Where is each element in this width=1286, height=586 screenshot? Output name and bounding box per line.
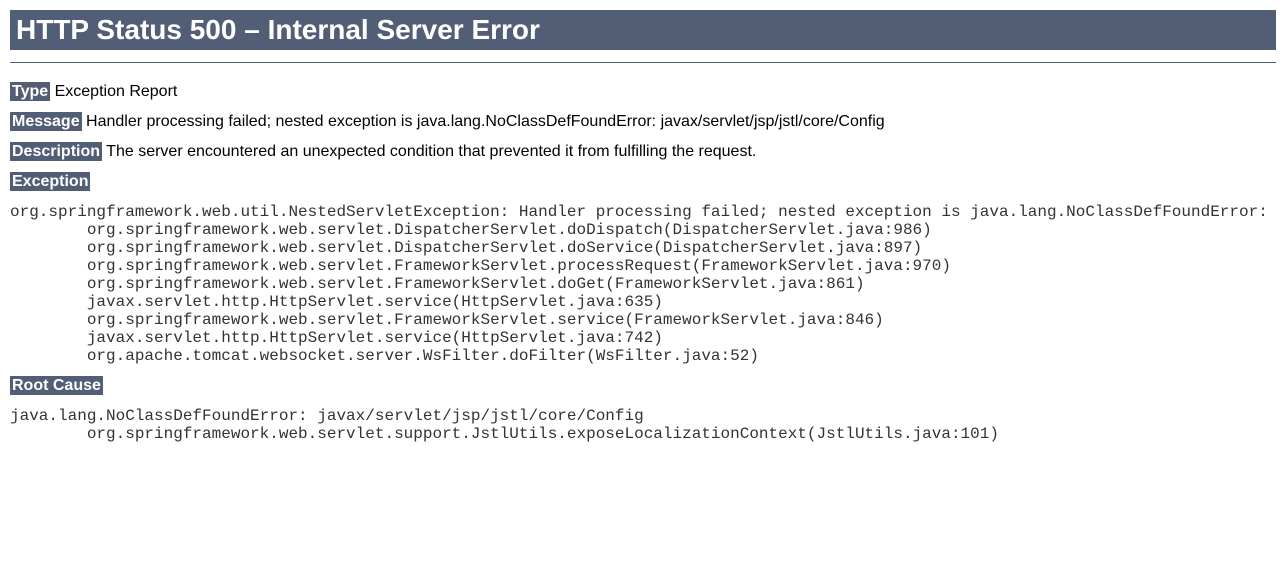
type-row: Type Exception Report [10, 83, 1276, 101]
root-cause-label: Root Cause [10, 376, 103, 395]
exception-trace: org.springframework.web.util.NestedServl… [10, 203, 1276, 365]
root-cause-trace: java.lang.NoClassDefFoundError: javax/se… [10, 407, 1276, 443]
root-cause-row: Root Cause [10, 377, 1276, 395]
message-row: Message Handler processing failed; neste… [10, 113, 1276, 131]
exception-label: Exception [10, 172, 90, 191]
message-label: Message [10, 112, 82, 131]
description-row: Description The server encountered an un… [10, 143, 1276, 161]
exception-row: Exception [10, 173, 1276, 191]
description-value: The server encountered an unexpected con… [106, 143, 756, 160]
divider [10, 62, 1276, 63]
page-title: HTTP Status 500 – Internal Server Error [10, 10, 1276, 50]
type-label: Type [10, 82, 50, 101]
message-value: Handler processing failed; nested except… [86, 113, 885, 130]
description-label: Description [10, 142, 102, 161]
type-value: Exception Report [55, 83, 178, 100]
